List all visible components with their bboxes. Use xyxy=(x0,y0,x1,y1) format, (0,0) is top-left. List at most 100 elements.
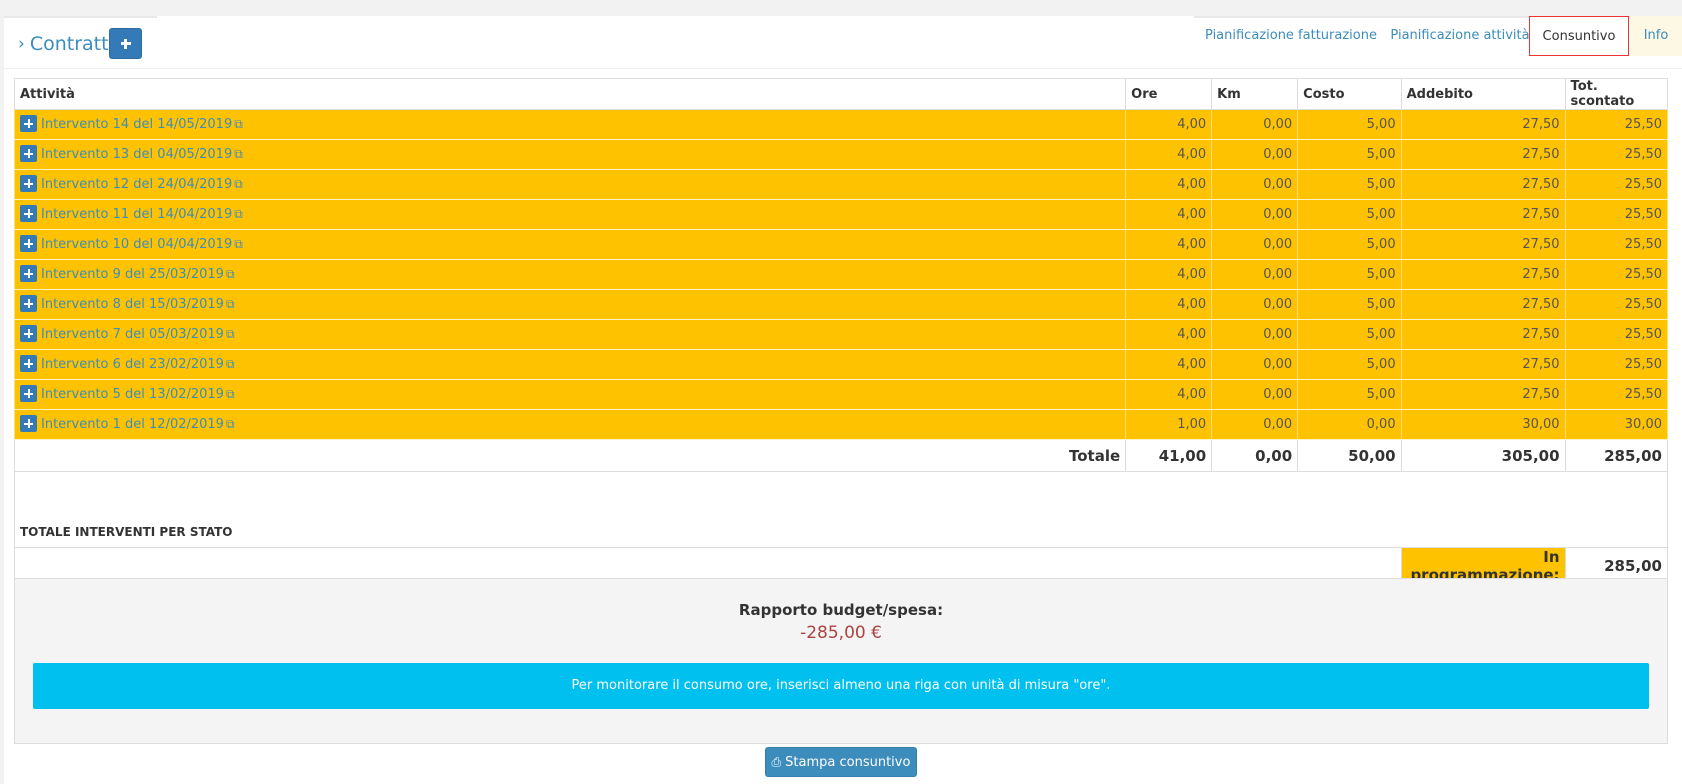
totals-costo: 50,00 xyxy=(1297,439,1402,472)
plus-square-icon[interactable] xyxy=(20,235,37,252)
totals-addebito: 305,00 xyxy=(1400,439,1566,472)
activity-cell: Intervento 14 del 14/05/2019 ⧉ xyxy=(13,109,1127,140)
activity-link[interactable]: Intervento 7 del 05/03/2019 xyxy=(41,327,224,342)
totals-ore: 41,00 xyxy=(1125,439,1213,472)
cell-addebito: 27,50 xyxy=(1400,259,1566,290)
cell-ore: 4,00 xyxy=(1125,349,1213,380)
activity-cell: Intervento 11 del 14/04/2019 ⧉ xyxy=(13,199,1127,230)
plus-square-icon[interactable] xyxy=(20,175,37,192)
table-row: Intervento 11 del 14/04/2019 ⧉ 4,00 0,00 5,0… xyxy=(13,199,1669,230)
activity-cell: Intervento 7 del 05/03/2019 ⧉ xyxy=(13,319,1127,350)
cell-costo: 5,00 xyxy=(1297,349,1402,380)
print-consuntivo-button[interactable]: ⎙ Stampa consuntivo xyxy=(765,747,917,777)
cell-addebito: 27,50 xyxy=(1400,379,1566,410)
table-row: Intervento 10 del 04/04/2019 ⧉ 4,00 0,00 5,0… xyxy=(13,229,1669,260)
cell-km: 0,00 xyxy=(1211,379,1299,410)
activity-cell: Intervento 10 del 04/04/2019 ⧉ xyxy=(13,229,1127,260)
plus-square-icon[interactable] xyxy=(20,415,37,432)
cell-tot: 25,50 xyxy=(1564,289,1669,320)
page-title: › Contratti xyxy=(18,30,114,58)
cell-ore: 4,00 xyxy=(1125,109,1213,140)
table-header-row: Attività Ore Km Costo Addebito Tot. scon… xyxy=(13,78,1669,110)
external-link-icon[interactable]: ⧉ xyxy=(234,207,243,221)
cell-costo: 5,00 xyxy=(1297,379,1402,410)
totals-row: Totale 41,00 0,00 50,00 305,00 285,00 xyxy=(13,439,1669,472)
activity-link[interactable]: Intervento 9 del 25/03/2019 xyxy=(41,267,224,282)
activity-link[interactable]: Intervento 10 del 04/04/2019 xyxy=(41,237,232,252)
col-costo: Costo xyxy=(1297,78,1402,110)
col-km: Km xyxy=(1211,78,1299,110)
cell-tot: 25,50 xyxy=(1564,229,1669,260)
activity-link[interactable]: Intervento 11 del 14/04/2019 xyxy=(41,207,232,222)
cell-costo: 5,00 xyxy=(1297,139,1402,170)
table-row: Intervento 6 del 23/02/2019 ⧉ 4,00 0,00 5,00… xyxy=(13,349,1669,380)
cell-tot: 25,50 xyxy=(1564,259,1669,290)
external-link-icon[interactable]: ⧉ xyxy=(226,387,235,401)
table-row: Intervento 9 del 25/03/2019 ⧉ 4,00 0,00 5,00… xyxy=(13,259,1669,290)
plus-square-icon[interactable] xyxy=(20,115,37,132)
activity-link[interactable]: Intervento 8 del 15/03/2019 xyxy=(41,297,224,312)
plus-square-icon[interactable] xyxy=(20,265,37,282)
external-link-icon[interactable]: ⧉ xyxy=(226,267,235,281)
cell-ore: 4,00 xyxy=(1125,169,1213,200)
cell-tot: 25,50 xyxy=(1564,319,1669,350)
add-contract-button[interactable] xyxy=(109,28,142,59)
tab-pianificazione-attivita[interactable]: Pianificazione attività xyxy=(1387,16,1533,68)
cell-costo: 5,00 xyxy=(1297,169,1402,200)
activity-link[interactable]: Intervento 14 del 14/05/2019 xyxy=(41,117,232,132)
cell-addebito: 27,50 xyxy=(1400,319,1566,350)
budget-box: Rapporto budget/spesa: -285,00 € Per mon… xyxy=(14,578,1668,744)
cell-costo: 5,00 xyxy=(1297,289,1402,320)
table-row: Intervento 13 del 04/05/2019 ⧉ 4,00 0,00 5,0… xyxy=(13,139,1669,170)
table-row: Intervento 12 del 24/04/2019 ⧉ 4,00 0,00 5,0… xyxy=(13,169,1669,200)
col-addebito: Addebito xyxy=(1400,78,1566,110)
activity-link[interactable]: Intervento 5 del 13/02/2019 xyxy=(41,387,224,402)
print-button-label: Stampa consuntivo xyxy=(785,755,911,770)
table-row: Intervento 14 del 14/05/2019 ⧉ 4,00 0,00 5,0… xyxy=(13,109,1669,140)
printer-icon: ⎙ xyxy=(771,755,782,769)
external-link-icon[interactable]: ⧉ xyxy=(226,417,235,431)
cell-addebito: 27,50 xyxy=(1400,229,1566,260)
spacer-row xyxy=(14,471,1668,518)
cell-tot: 30,00 xyxy=(1564,409,1669,440)
page-title-text: Contratti xyxy=(29,33,114,55)
plus-square-icon[interactable] xyxy=(20,295,37,312)
col-tot-scontato: Tot. scontato xyxy=(1564,78,1669,110)
cell-ore: 4,00 xyxy=(1125,229,1213,260)
cell-addebito: 30,00 xyxy=(1400,409,1566,440)
plus-square-icon[interactable] xyxy=(20,145,37,162)
external-link-icon[interactable]: ⧉ xyxy=(226,327,235,341)
panel-header: › Contratti Pianificazione fatturazione P… xyxy=(4,16,1682,69)
activity-cell: Intervento 5 del 13/02/2019 ⧉ xyxy=(13,379,1127,410)
contract-panel: › Contratti Pianificazione fatturazione P… xyxy=(4,16,1682,784)
cell-addebito: 27,50 xyxy=(1400,289,1566,320)
external-link-icon[interactable]: ⧉ xyxy=(234,117,243,131)
plus-square-icon[interactable] xyxy=(20,205,37,222)
plus-square-icon[interactable] xyxy=(20,385,37,402)
external-link-icon[interactable]: ⧉ xyxy=(234,147,243,161)
external-link-icon[interactable]: ⧉ xyxy=(234,237,243,251)
plus-square-icon[interactable] xyxy=(20,325,37,342)
activity-link[interactable]: Intervento 13 del 04/05/2019 xyxy=(41,147,232,162)
cell-addebito: 27,50 xyxy=(1400,199,1566,230)
cell-addebito: 27,50 xyxy=(1400,349,1566,380)
activity-link[interactable]: Intervento 12 del 24/04/2019 xyxy=(41,177,232,192)
activity-link[interactable]: Intervento 1 del 12/02/2019 xyxy=(41,417,224,432)
tab-pianificazione-fatturazione[interactable]: Pianificazione fatturazione xyxy=(1202,16,1380,68)
cell-km: 0,00 xyxy=(1211,409,1299,440)
table-row: Intervento 8 del 15/03/2019 ⧉ 4,00 0,00 5,00… xyxy=(13,289,1669,320)
activity-cell: Intervento 12 del 24/04/2019 ⧉ xyxy=(13,169,1127,200)
cell-ore: 4,00 xyxy=(1125,259,1213,290)
cell-km: 0,00 xyxy=(1211,229,1299,260)
cell-costo: 5,00 xyxy=(1297,259,1402,290)
external-link-icon[interactable]: ⧉ xyxy=(234,177,243,191)
cell-ore: 4,00 xyxy=(1125,289,1213,320)
plus-square-icon[interactable] xyxy=(20,355,37,372)
external-link-icon[interactable]: ⧉ xyxy=(226,297,235,311)
budget-title: Rapporto budget/spesa: xyxy=(738,601,944,619)
external-link-icon[interactable]: ⧉ xyxy=(226,357,235,371)
tab-consuntivo[interactable]: Consuntivo xyxy=(1529,16,1629,56)
cell-addebito: 27,50 xyxy=(1400,109,1566,140)
tab-info[interactable]: Info xyxy=(1630,16,1682,56)
activity-link[interactable]: Intervento 6 del 23/02/2019 xyxy=(41,357,224,372)
